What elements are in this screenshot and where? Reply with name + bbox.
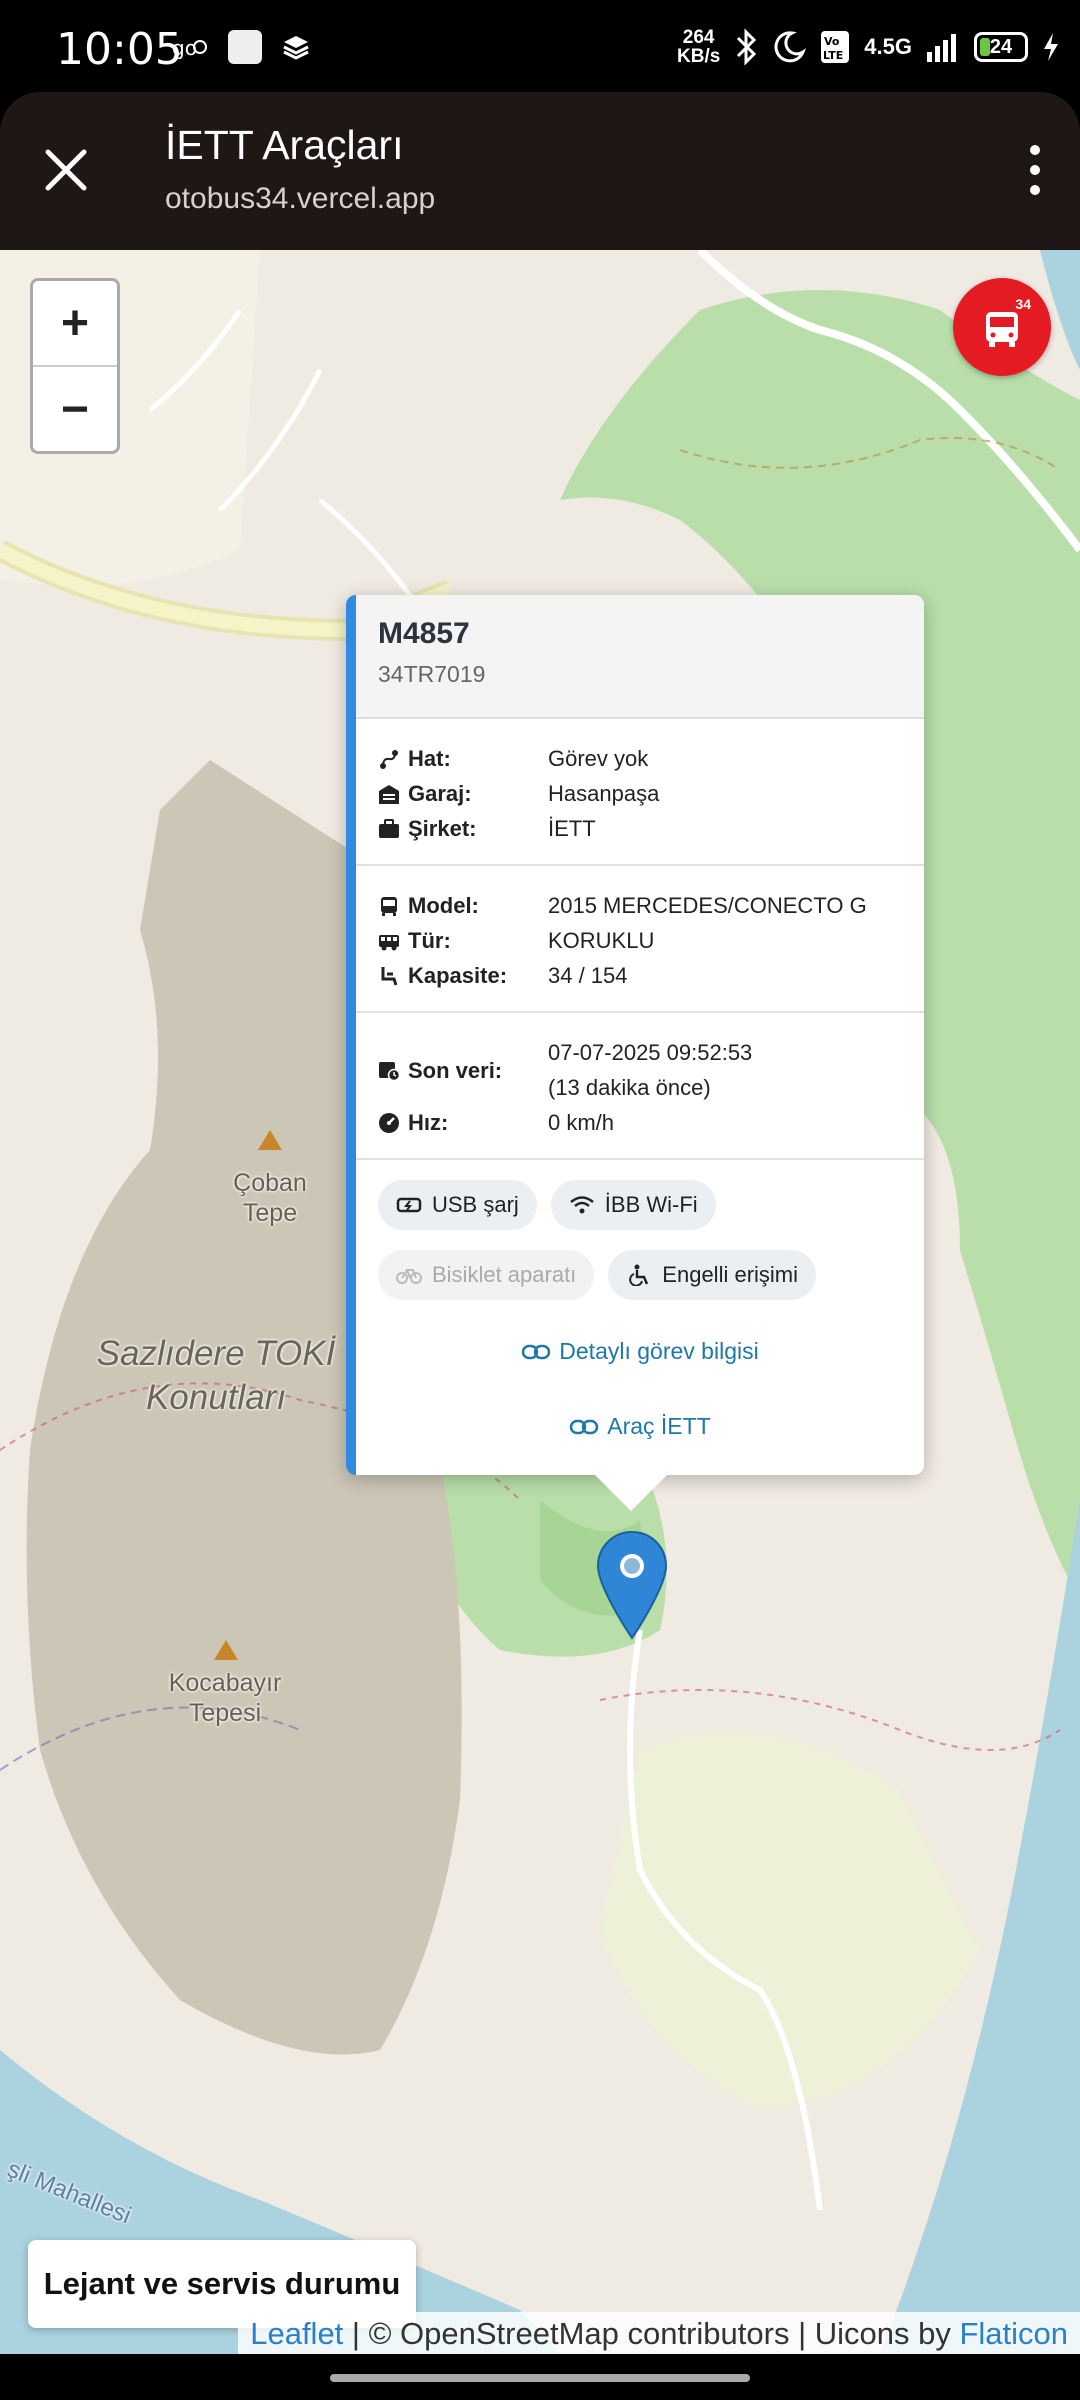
map-attribution: Leaflet | © OpenStreetMap contributors |… — [238, 2312, 1080, 2354]
detailed-task-link[interactable]: Detaylı görev bilgisi — [356, 1338, 924, 1365]
info-row: Hız: 0 km/h — [378, 1105, 904, 1140]
bus-icon — [986, 312, 1018, 347]
vehicle-popup: M4857 34TR7019 Hat: Görev yok Garaj: Hasan… — [346, 595, 924, 1475]
last-data-time: 07-07-2025 09:52:53 — [548, 1040, 753, 1065]
zoom-control: + − — [30, 278, 120, 454]
calendar-clock-icon — [379, 1062, 400, 1081]
info-row: Son veri: 07-07-2025 09:52:53 (13 dakika ö… — [378, 1035, 904, 1105]
speedometer-icon — [379, 1112, 399, 1133]
route-icon — [380, 749, 398, 769]
link-icon — [569, 1419, 599, 1434]
info-row: Hat: Görev yok — [378, 741, 904, 776]
map-marker-icon[interactable] — [594, 1530, 670, 1640]
network-type: 4.5G — [864, 34, 912, 59]
attribution-text: | © OpenStreetMap contributors | Uicons … — [343, 2316, 960, 2351]
cloud-icon: go — [172, 36, 207, 59]
page-title: İETT Araçları — [165, 122, 404, 168]
zoom-out-button[interactable]: − — [33, 367, 117, 451]
more-options-icon[interactable] — [1020, 142, 1050, 198]
info-row: Model: 2015 MERCEDES/CONECTO G — [378, 888, 904, 923]
bluetooth-icon — [737, 28, 757, 66]
home-indicator[interactable] — [330, 2374, 750, 2382]
layers-icon — [283, 36, 309, 60]
feature-chips: USB şarj İBB Wi-Fi Bisiklet aparatı Enge… — [356, 1160, 924, 1304]
briefcase-icon — [379, 818, 399, 838]
moon-icon — [774, 31, 807, 63]
feature-chip-wifi: İBB Wi-Fi — [550, 1180, 716, 1230]
status-bar: 10:05 go 264 KB/s Vo LTE 4.5G 24 — [0, 0, 1080, 96]
popup-section-telemetry: Son veri: 07-07-2025 09:52:53 (13 dakika ö… — [356, 1013, 924, 1160]
bus-icon — [381, 896, 397, 916]
usb-charge-icon — [396, 1197, 422, 1213]
bicycle-icon — [396, 1269, 422, 1284]
app-notification-icon — [228, 30, 262, 64]
info-row: Şirket: İETT — [378, 811, 904, 846]
svg-text:LTE: LTE — [823, 49, 843, 62]
feature-chip-usb: USB şarj — [378, 1180, 537, 1230]
link-icon — [522, 1344, 551, 1359]
info-row: Tür: KORUKLU — [378, 923, 904, 958]
volte-icon: VoLTE — [821, 31, 850, 63]
wheelchair-icon — [629, 1264, 649, 1286]
bus-app-button[interactable]: 34 — [953, 278, 1051, 376]
vehicle-id: M4857 — [378, 617, 470, 650]
battery-level: 24 — [989, 36, 1013, 58]
fab-badge: 34 — [1015, 296, 1031, 312]
battery-icon: 24 — [974, 32, 1028, 62]
feature-chip-bicycle: Bisiklet aparatı — [378, 1250, 595, 1300]
charging-icon — [1044, 33, 1058, 61]
vehicle-plate: 34TR7019 — [378, 661, 486, 687]
popup-section-assignment: Hat: Görev yok Garaj: Hasanpaşa Şirket: İET… — [356, 719, 924, 866]
bus-side-icon — [379, 934, 399, 950]
wifi-icon — [570, 1196, 594, 1214]
network-speed: 264 KB/s — [677, 27, 721, 67]
map-view[interactable]: Çoban Tepe Sazlıdere TOKİ Konutları Koca… — [0, 250, 1080, 2354]
page-url: otobus34.vercel.app — [165, 182, 436, 215]
system-status: 264 KB/s Vo LTE 4.5G 24 — [677, 28, 1060, 66]
place-label-sazlidere: Sazlıdere TOKİ Konutları — [96, 1334, 336, 1417]
leaflet-link[interactable]: Leaflet — [250, 2316, 343, 2351]
gesture-bar — [0, 2354, 1080, 2400]
browser-header: İETT Araçları otobus34.vercel.app — [0, 92, 1080, 250]
notification-icons: go — [172, 30, 310, 64]
feature-chip-accessibility: Engelli erişimi — [608, 1250, 817, 1300]
place-label-kocabayir: Kocabayır Tepesi — [168, 1669, 282, 1727]
popup-section-vehicle: Model: 2015 MERCEDES/CONECTO G Tür: KORUKL… — [356, 866, 924, 1013]
vehicle-iett-link[interactable]: Araç İETT — [356, 1413, 924, 1440]
clock: 10:05 — [56, 24, 183, 75]
popup-tip — [595, 1475, 667, 1511]
signal-icon — [927, 34, 956, 62]
info-row: Garaj: Hasanpaşa — [378, 776, 904, 811]
garage-icon — [379, 784, 399, 804]
last-data-ago: (13 dakika önce) — [548, 1075, 711, 1100]
svg-text:Vo: Vo — [824, 35, 840, 48]
seat-icon — [381, 966, 398, 985]
close-icon[interactable] — [38, 142, 94, 198]
info-row: Kapasite: 34 / 154 — [378, 958, 904, 993]
zoom-in-button[interactable]: + — [33, 281, 117, 367]
place-label-coban: Çoban Tepe — [233, 1169, 307, 1227]
popup-header: M4857 34TR7019 — [356, 595, 924, 719]
flaticon-link[interactable]: Flaticon — [959, 2316, 1068, 2351]
